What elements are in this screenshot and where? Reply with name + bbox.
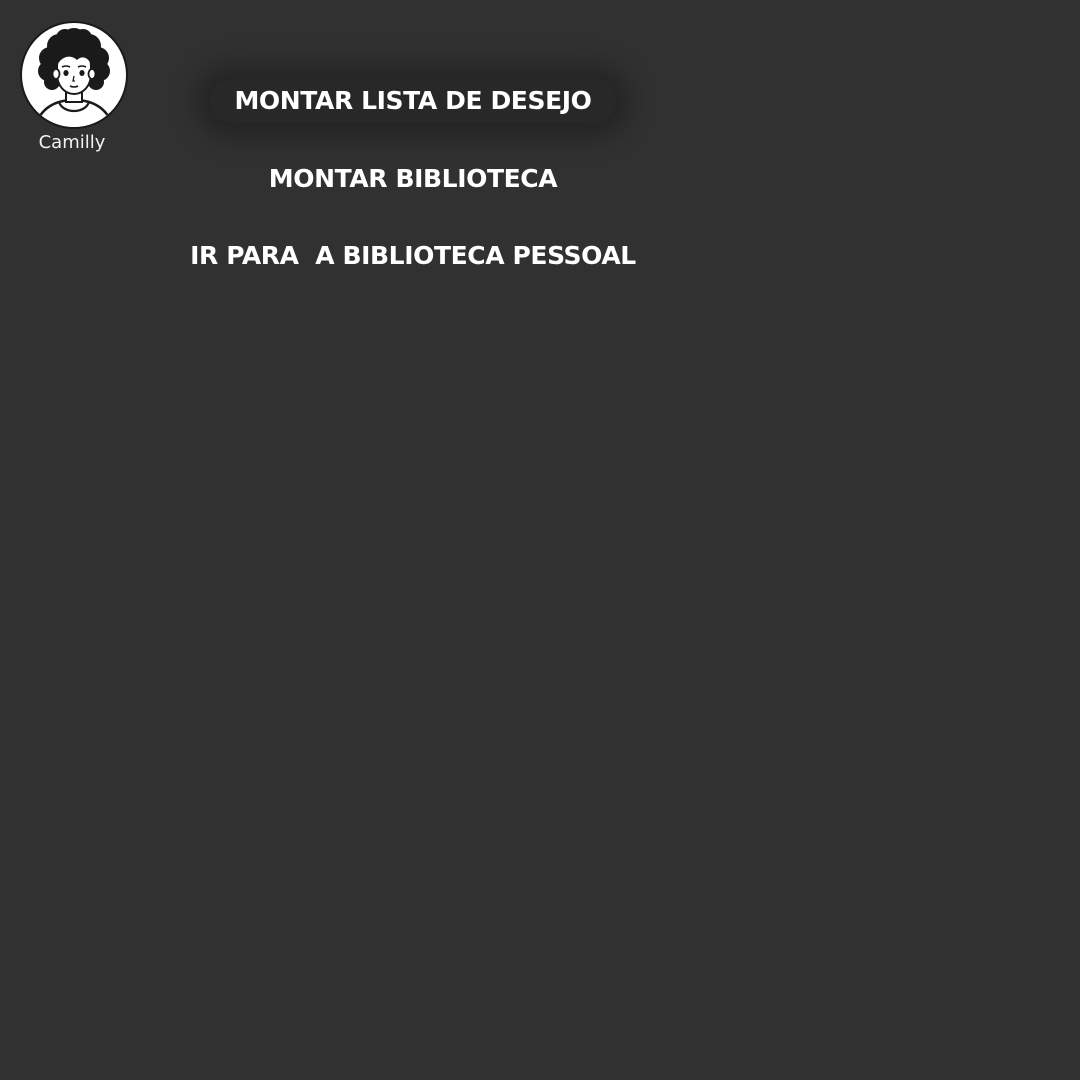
build-wishlist-button[interactable]: MONTAR LISTA DE DESEJO (190, 79, 636, 123)
build-library-button[interactable]: MONTAR BIBLIOTECA (190, 157, 636, 201)
personal-library-button[interactable]: IR PARA A BIBLIOTECA PESSOAL (190, 234, 636, 278)
user-profile[interactable]: Camilly (19, 20, 129, 153)
user-name: Camilly (38, 132, 106, 153)
avatar[interactable] (19, 20, 129, 130)
